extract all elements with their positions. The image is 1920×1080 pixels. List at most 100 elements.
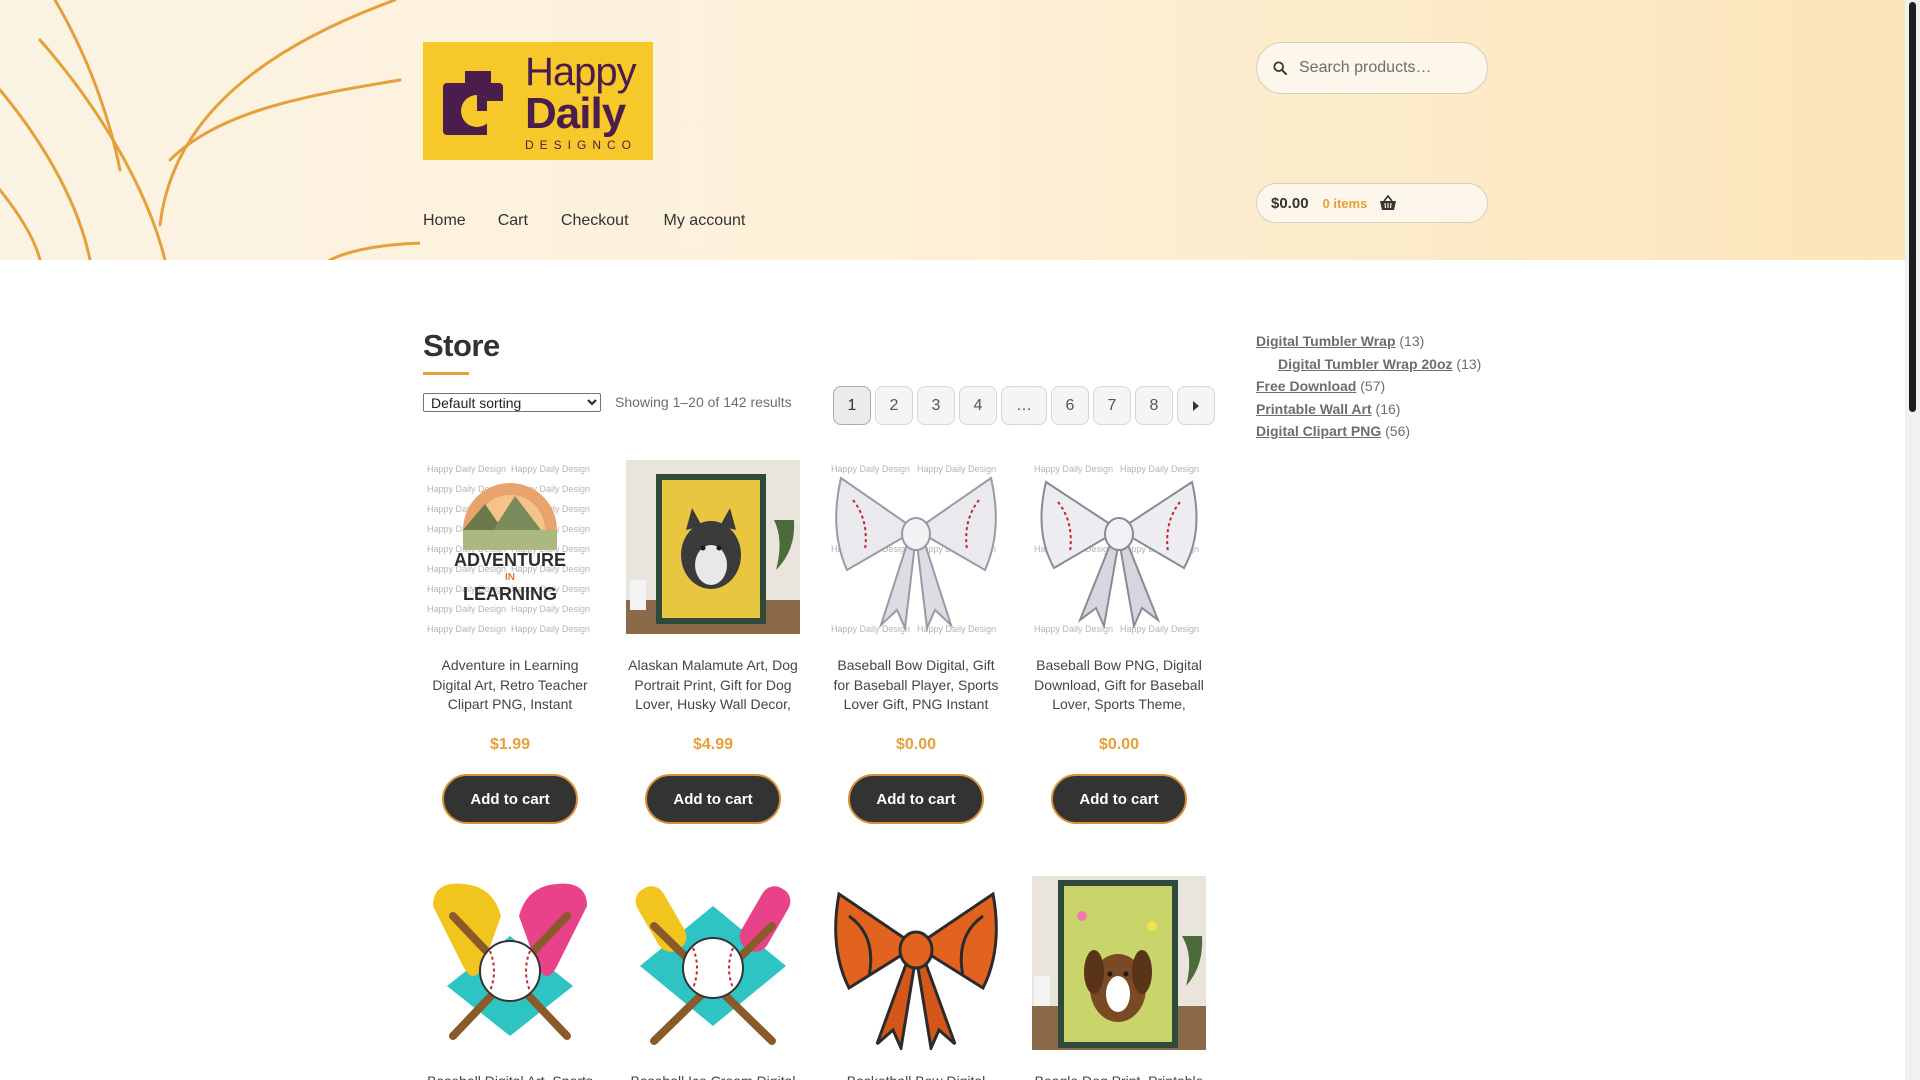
basket-icon xyxy=(1380,195,1397,210)
category-count: (16) xyxy=(1375,400,1401,417)
product-image[interactable] xyxy=(423,876,597,1050)
category-sidebar: Digital Tumbler Wrap (13) Digital Tumble… xyxy=(1256,330,1496,443)
nav-home[interactable]: Home xyxy=(423,212,466,230)
nav-my-account[interactable]: My account xyxy=(664,212,746,230)
category-item: Free Download (57) xyxy=(1256,375,1496,398)
site-logo[interactable]: Happy Daily DESIGNCO xyxy=(423,42,653,160)
page-4[interactable]: 4 xyxy=(959,386,997,425)
page-2[interactable]: 2 xyxy=(875,386,913,425)
svg-text:Happy Daily Design: Happy Daily Design xyxy=(1120,624,1199,634)
product-card: Happy Daily Design Happy Daily Design Hap… xyxy=(423,460,597,824)
product-image[interactable] xyxy=(626,876,800,1050)
product-price: $0.00 xyxy=(1098,736,1140,753)
product-card: Alaskan Malamute Art, Dog Portrait Print… xyxy=(626,460,800,824)
page-6[interactable]: 6 xyxy=(1051,386,1089,425)
product-title[interactable]: Baseball Digital Art, Sports xyxy=(423,1072,597,1080)
category-item: Digital Tumbler Wrap 20oz (13) xyxy=(1256,353,1496,376)
product-title[interactable]: Adventure in Learning Digital Art, Retro… xyxy=(423,656,597,714)
pagination: 1 2 3 4 … 6 7 8 xyxy=(833,386,1219,425)
svg-text:Happy Daily Design: Happy Daily Design xyxy=(427,464,506,474)
category-link[interactable]: Digital Tumbler Wrap xyxy=(1256,333,1396,349)
category-link[interactable]: Printable Wall Art xyxy=(1256,401,1372,417)
product-grid: Happy Daily Design Happy Daily Design Hap… xyxy=(423,460,1208,1080)
logo-line-1: Happy xyxy=(525,49,637,94)
add-to-cart-button[interactable]: Add to cart xyxy=(442,774,578,824)
svg-text:Happy Daily Design: Happy Daily Design xyxy=(511,624,590,634)
category-count: (56) xyxy=(1385,423,1411,439)
category-item: Digital Tumbler Wrap (13) xyxy=(1256,330,1496,353)
product-title[interactable]: Alaskan Malamute Art, Dog Portrait Print… xyxy=(626,656,800,714)
product-image[interactable] xyxy=(1032,876,1206,1050)
category-link[interactable]: Digital Tumbler Wrap 20oz xyxy=(1278,356,1453,372)
search-input[interactable] xyxy=(1299,59,1479,77)
cart-count: 0 items xyxy=(1322,195,1368,211)
category-link[interactable]: Free Download xyxy=(1256,378,1356,394)
product-title[interactable]: Beagle Dog Print, Printable xyxy=(1032,1072,1206,1080)
product-title[interactable]: Basketball Bow Digital xyxy=(829,1072,1003,1080)
product-card: Baseball Ice Cream Digital xyxy=(626,876,800,1080)
svg-text:ADVENTURE: ADVENTURE xyxy=(454,550,566,570)
product-image[interactable] xyxy=(829,876,1003,1050)
category-item: Printable Wall Art (16) xyxy=(1256,398,1496,421)
cart-amount: $0.00 xyxy=(1271,194,1309,212)
category-count: (57) xyxy=(1360,378,1386,394)
category-count: (13) xyxy=(1399,333,1425,349)
svg-text:Happy Daily Design: Happy Daily Design xyxy=(831,464,910,474)
site-header: Happy Daily DESIGNCO Home Cart Checkout … xyxy=(0,0,1905,260)
logo-line-2: Daily xyxy=(525,88,626,138)
add-to-cart-button[interactable]: Add to cart xyxy=(1051,774,1187,824)
camera-logo-icon xyxy=(443,71,507,135)
svg-text:Happy Daily Design: Happy Daily Design xyxy=(917,464,996,474)
product-image[interactable]: Happy Daily Design Happy Daily Design Hap… xyxy=(1032,460,1206,634)
product-image[interactable]: Happy Daily Design Happy Daily Design Hap… xyxy=(423,460,597,634)
title-underline xyxy=(423,372,469,375)
logo-line-3: DESIGNCO xyxy=(525,137,638,152)
primary-nav: Home Cart Checkout My account xyxy=(423,212,777,230)
product-card: Baseball Digital Art, Sports xyxy=(423,876,597,1080)
page-8[interactable]: 8 xyxy=(1135,386,1173,425)
nav-checkout[interactable]: Checkout xyxy=(561,212,629,230)
search-icon[interactable] xyxy=(1273,61,1287,75)
svg-text:Happy Daily Design: Happy Daily Design xyxy=(1120,464,1199,474)
product-card: Beagle Dog Print, Printable xyxy=(1032,876,1206,1080)
result-count: Showing 1–20 of 142 results xyxy=(615,394,792,410)
product-image[interactable]: Happy Daily Design Happy Daily Design Hap… xyxy=(829,460,1003,634)
svg-text:Happy Daily Design: Happy Daily Design xyxy=(1034,624,1113,634)
product-image[interactable] xyxy=(626,460,800,634)
page-3[interactable]: 3 xyxy=(917,386,955,425)
svg-text:Happy Daily Design: Happy Daily Design xyxy=(427,624,506,634)
product-card: Basketball Bow Digital xyxy=(829,876,1003,1080)
svg-text:Happy Daily Design: Happy Daily Design xyxy=(427,604,506,614)
category-item: Digital Clipart PNG (56) xyxy=(1256,420,1496,443)
svg-text:Happy Daily Design: Happy Daily Design xyxy=(511,604,590,614)
svg-text:Happy Daily Design: Happy Daily Design xyxy=(1034,464,1113,474)
product-title[interactable]: Baseball Bow PNG, Digital Download, Gift… xyxy=(1032,656,1206,714)
add-to-cart-button[interactable]: Add to cart xyxy=(645,774,781,824)
page-ellipsis: … xyxy=(1001,386,1047,425)
scrollbar-thumb[interactable] xyxy=(1909,2,1916,412)
category-link[interactable]: Digital Clipart PNG xyxy=(1256,423,1381,439)
nav-cart[interactable]: Cart xyxy=(498,212,528,230)
product-card: Happy Daily Design Happy Daily Design Hap… xyxy=(829,460,1003,824)
next-page-button[interactable] xyxy=(1177,386,1215,425)
page-scrollbar[interactable] xyxy=(1905,0,1920,1080)
chevron-right-icon xyxy=(1193,400,1199,411)
product-card: Happy Daily Design Happy Daily Design Hap… xyxy=(1032,460,1206,824)
product-price: $1.99 xyxy=(489,736,531,753)
page-title: Store xyxy=(423,328,500,363)
page-7[interactable]: 7 xyxy=(1093,386,1131,425)
svg-text:IN: IN xyxy=(505,572,515,583)
svg-text:Happy Daily Design: Happy Daily Design xyxy=(511,464,590,474)
sort-select[interactable]: Default sorting xyxy=(423,393,601,412)
svg-text:Happy Daily Design: Happy Daily Design xyxy=(831,624,910,634)
svg-text:LEARNING: LEARNING xyxy=(463,584,557,604)
add-to-cart-button[interactable]: Add to cart xyxy=(848,774,984,824)
product-price: $0.00 xyxy=(895,736,937,753)
page-1[interactable]: 1 xyxy=(833,386,871,425)
product-title[interactable]: Baseball Ice Cream Digital xyxy=(626,1072,800,1080)
header-cart[interactable]: $0.00 0 items xyxy=(1256,183,1488,223)
product-search xyxy=(1256,42,1488,94)
leaf-decoration xyxy=(0,0,420,260)
product-title[interactable]: Baseball Bow Digital, Gift for Baseball … xyxy=(829,656,1003,714)
category-count: (13) xyxy=(1456,355,1482,372)
